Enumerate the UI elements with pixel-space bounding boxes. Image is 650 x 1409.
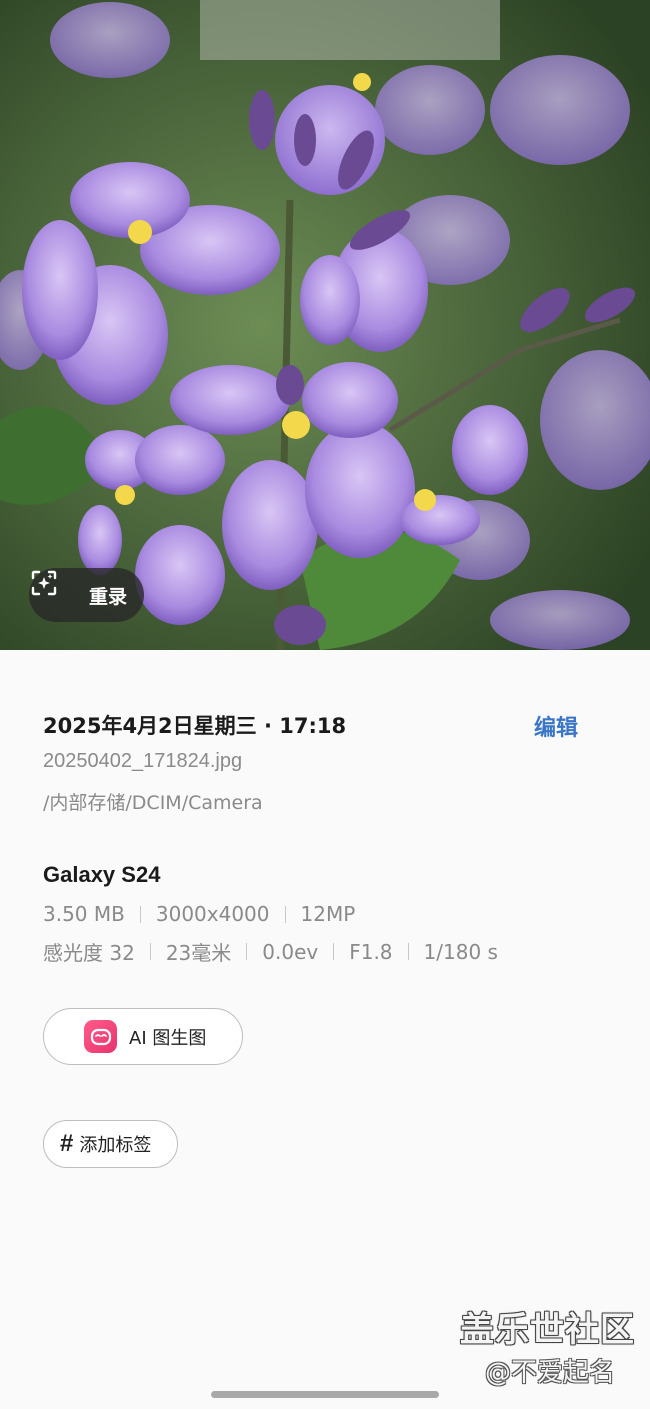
edit-button[interactable]: 编辑 [534,710,578,742]
ai-app-icon [84,1020,117,1053]
resolution: 3000x4000 [155,902,270,926]
home-indicator[interactable] [211,1391,439,1398]
file-info-row: 3.50 MB 3000x4000 12MP [43,902,355,926]
details-panel: 2025年4月2日星期三 · 17:18 编辑 20250402_171824.… [0,650,650,1409]
ai-image-to-image-button[interactable]: AI 图生图 [43,1008,243,1065]
flower-photo [0,0,650,650]
remaster-button[interactable]: 重录 [29,568,144,622]
megapixels: 12MP [300,902,356,926]
remaster-label: 重录 [89,585,128,608]
file-path: /内部存储/DCIM/Camera [43,792,263,814]
focal-length: 23毫米 [165,941,232,965]
divider [407,943,409,960]
aperture: F1.8 [349,939,393,964]
photo-preview[interactable]: 重录 [0,0,650,650]
file-name: 20250402_171824.jpg [43,750,243,772]
iso: 感光度 32 [43,941,135,965]
add-tag-button[interactable]: # 添加标签 [43,1120,178,1168]
add-tag-label: 添加标签 [79,1135,152,1156]
device-name: Galaxy S24 [43,862,161,887]
divider [149,943,151,960]
divider [284,905,286,923]
sparkle-frame-icon [31,570,79,611]
exif-row: 感光度 32 23毫米 0.0ev F1.8 1/180 s [43,937,498,966]
ai-button-label: AI 图生图 [129,1027,207,1049]
shutter-speed: 1/180 s [423,939,498,964]
divider [333,943,335,960]
file-size: 3.50 MB [43,902,125,926]
watermark-username: @不爱起名 [485,1358,616,1388]
divider [139,905,141,923]
watermark-community: 盖乐世社区 [460,1310,635,1350]
exposure-value: 0.0ev [262,939,319,964]
divider [246,943,248,960]
capture-date: 2025年4月2日星期三 · 17:18 [43,714,347,738]
hashtag-icon: # [60,1130,74,1157]
